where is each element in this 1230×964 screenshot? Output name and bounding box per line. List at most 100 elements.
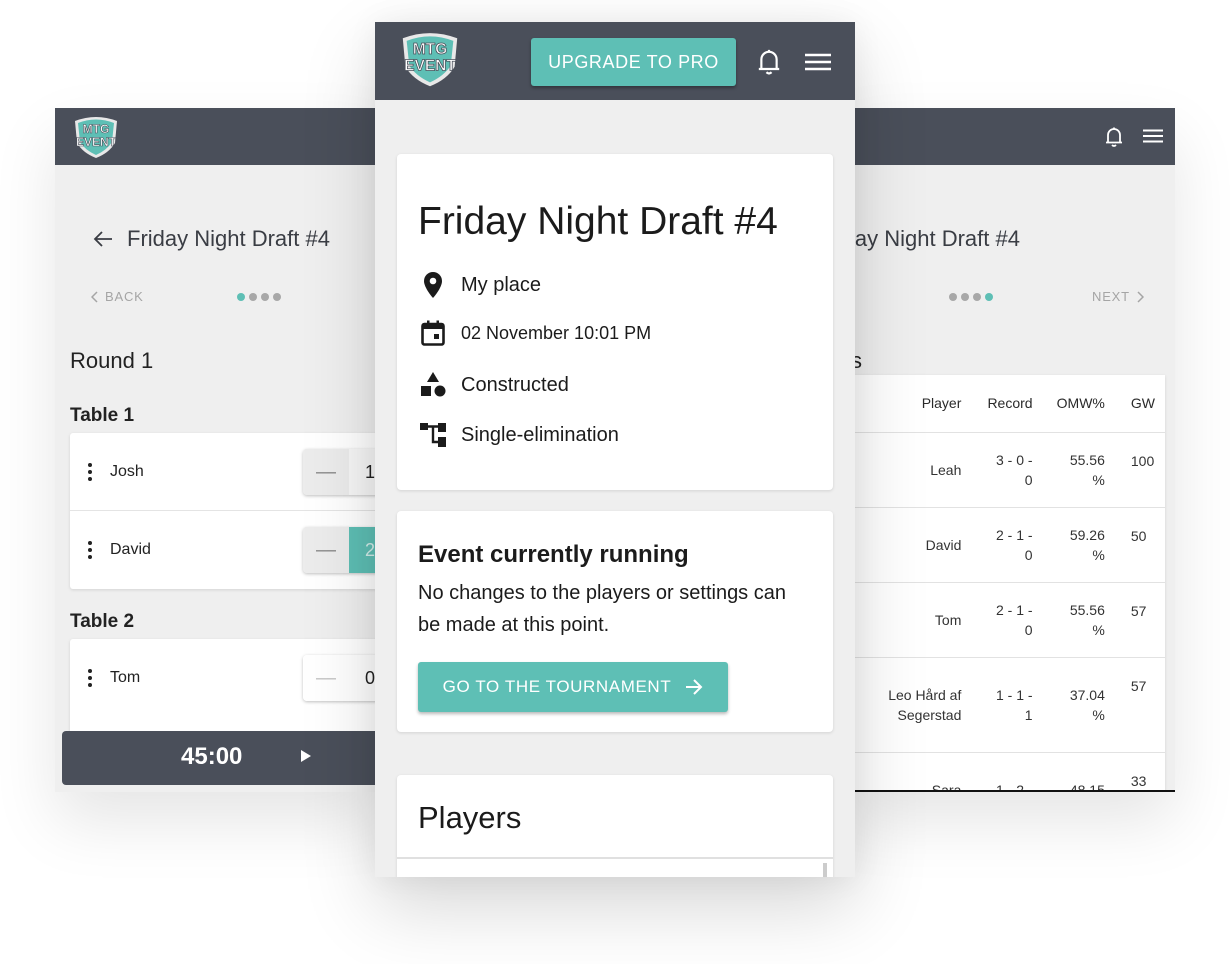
event-title: Friday Night Draft #4: [418, 200, 778, 243]
hamburger-menu-icon[interactable]: [1143, 129, 1163, 143]
player-name: Tom: [110, 669, 141, 686]
location-row: My place: [418, 270, 541, 300]
cell-player: David: [874, 506, 972, 582]
page-dot[interactable]: [237, 293, 245, 301]
page-title: Friday Night Draft #4: [127, 226, 330, 251]
calendar-icon: [418, 318, 448, 348]
decrement-button[interactable]: —: [303, 527, 349, 573]
mtg-event-logo[interactable]: MTG EVENT: [69, 115, 123, 159]
scrollbar[interactable]: [823, 863, 827, 877]
standings-row[interactable]: Leah 3 - 0 - 0 55.56 % 100: [845, 431, 1165, 507]
cell-player: Sara: [874, 751, 972, 792]
table-label: Table 2: [70, 611, 135, 632]
arrow-right-icon: [686, 679, 703, 695]
column-header[interactable]: GW: [1115, 375, 1165, 432]
event-structure: Single-elimination: [461, 423, 619, 446]
player-name: David: [110, 541, 151, 558]
page-dot[interactable]: [261, 293, 269, 301]
datetime-row: 02 November 10:01 PM: [418, 318, 651, 348]
column-header[interactable]: Player: [874, 375, 971, 432]
page-dot[interactable]: [949, 293, 957, 301]
structure-row: Single-elimination: [418, 420, 619, 450]
page-dot[interactable]: [973, 293, 981, 301]
running-title: Event currently running: [418, 541, 689, 568]
gw-value: 50: [1130, 527, 1147, 544]
hamburger-menu-icon[interactable]: [805, 53, 831, 71]
omw-value: 37.04 %: [1069, 686, 1105, 723]
player-value: Tom: [934, 611, 962, 628]
svg-text:EVENT: EVENT: [76, 135, 117, 149]
cell-gw: 57: [1114, 581, 1165, 657]
cell-player: Tom: [874, 581, 972, 657]
score-stepper[interactable]: — 2: [303, 527, 385, 573]
cell-player: Leo Hård af Segerstad: [874, 656, 972, 752]
standings-row[interactable]: Leo Hård af Segerstad 1 - 1 - 1 37.04 % 57: [845, 656, 1165, 752]
cell-omw: 48.15: [1042, 751, 1115, 792]
cell-omw: 55.56 %: [1042, 431, 1115, 507]
svg-text:EVENT: EVENT: [404, 58, 456, 75]
app-bar: MTG EVENT UPGRADE TO PRO: [375, 22, 855, 100]
app-bar: [845, 108, 1175, 165]
score-stepper[interactable]: — 0: [303, 655, 385, 701]
standings-row[interactable]: Tom 2 - 1 - 0 55.56 % 57: [845, 581, 1165, 657]
cell-record: 1 - 1 - 1: [971, 656, 1043, 752]
back-arrow-icon[interactable]: [93, 231, 113, 247]
more-vert-icon[interactable]: [70, 540, 110, 561]
player-value: Leah: [930, 461, 962, 478]
back-button[interactable]: BACK: [91, 289, 144, 304]
upgrade-to-pro-button[interactable]: UPGRADE TO PRO: [531, 38, 736, 86]
decrement-button[interactable]: —: [303, 655, 349, 701]
player-value: Leo Hård af Segerstad: [888, 686, 962, 723]
event-detail-screen: MTG EVENT UPGRADE TO PRO Friday Night Dr…: [375, 22, 855, 877]
svg-text:MTG: MTG: [83, 122, 110, 136]
cell-record: 1 - 2 -: [971, 751, 1043, 792]
app-bar: MTG EVENT: [55, 108, 385, 165]
gw-value: 33: [1130, 772, 1147, 789]
chevron-right-icon: [1137, 290, 1144, 303]
players-title: Players: [418, 800, 522, 835]
bell-icon[interactable]: [1105, 126, 1123, 148]
cell-record: 3 - 0 - 0: [971, 431, 1043, 507]
page-dot[interactable]: [985, 293, 993, 301]
running-description: No changes to the players or settings ca…: [418, 582, 786, 636]
round-timer-bar: 45:00: [62, 731, 385, 785]
pairing-row: Josh — 1: [70, 433, 385, 511]
event-format: Constructed: [461, 373, 569, 396]
chevron-left-icon: [91, 290, 98, 303]
standings-row[interactable]: Sara 1 - 2 -48.15 33: [845, 751, 1165, 792]
more-vert-icon[interactable]: [70, 461, 110, 482]
timer-display: 45:00: [181, 743, 243, 770]
column-header[interactable]: OMW%: [1043, 375, 1115, 432]
svg-text:MTG: MTG: [413, 41, 448, 58]
page-dot[interactable]: [961, 293, 969, 301]
standings-row[interactable]: David 2 - 1 - 0 59.26 % 50: [845, 506, 1165, 582]
page-indicator: [237, 293, 281, 301]
gw-value: 57: [1130, 677, 1147, 694]
cell-player: Leah: [874, 431, 972, 507]
players-card: Players: [397, 775, 833, 877]
decrement-button[interactable]: —: [303, 449, 349, 495]
score-stepper[interactable]: — 1: [303, 449, 385, 495]
page-dot[interactable]: [273, 293, 281, 301]
round-screen: MTG EVENT Friday Night Draft #4 BACK Rou…: [55, 108, 385, 792]
record-value: 2 - 1 - 0: [996, 526, 1033, 563]
mtg-event-logo[interactable]: MTG EVENT: [395, 30, 465, 88]
page-dot[interactable]: [249, 293, 257, 301]
cell-omw: 37.04 %: [1042, 656, 1115, 752]
play-icon[interactable]: [300, 749, 312, 768]
more-vert-icon[interactable]: [70, 668, 110, 689]
event-location: My place: [461, 273, 542, 296]
bell-icon[interactable]: [757, 48, 781, 76]
format-row: Constructed: [418, 370, 569, 400]
next-button[interactable]: NEXT: [1092, 289, 1144, 304]
round-title: Round 1: [70, 348, 154, 373]
go-to-tournament-button[interactable]: GO TO THE TOURNAMENT: [418, 662, 728, 712]
page-indicator: [949, 293, 993, 301]
cell-gw: 33: [1114, 751, 1165, 792]
table-label: Table 1: [70, 405, 135, 426]
column-header[interactable]: Record: [971, 375, 1042, 432]
event-info-card: Friday Night Draft #4 My place 02 Novemb…: [397, 154, 833, 490]
cell-record: 2 - 1 - 0: [971, 506, 1043, 582]
cell-omw: 59.26 %: [1042, 506, 1115, 582]
gw-value: 57: [1130, 602, 1147, 619]
